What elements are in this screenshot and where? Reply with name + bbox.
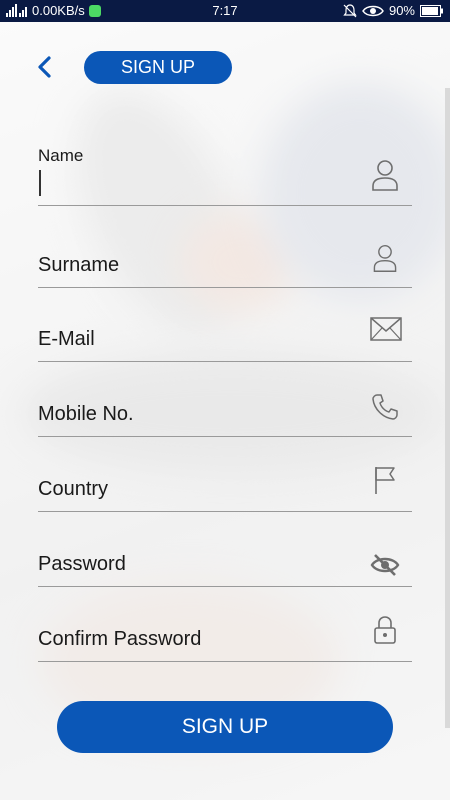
eye-slash-icon[interactable] (370, 550, 400, 580)
battery-percent: 90% (388, 3, 415, 18)
person-icon (373, 244, 397, 272)
password-label: Password (38, 553, 126, 575)
country-label: Country (38, 478, 109, 500)
phone-icon (372, 394, 398, 420)
page-title: SIGN UP (84, 51, 232, 84)
back-button[interactable] (30, 52, 60, 82)
confirm-password-label: Confirm Password (38, 628, 202, 650)
scrollbar[interactable] (445, 88, 450, 728)
surname-field[interactable]: Surname (38, 243, 412, 288)
surname-label: Surname (38, 254, 120, 276)
text-cursor (39, 170, 41, 196)
envelope-icon (370, 317, 402, 341)
chevron-left-icon (38, 56, 51, 78)
person-icon (372, 160, 398, 191)
name-label: Name (38, 146, 84, 165)
mobile-label: Mobile No. (38, 403, 134, 425)
sign-up-button[interactable]: SIGN UP (57, 701, 393, 753)
email-label: E-Mail (38, 328, 95, 350)
flag-icon (375, 467, 395, 494)
eye-icon (362, 5, 384, 16)
battery-icon (420, 4, 443, 17)
name-field[interactable]: Name (38, 140, 412, 206)
lock-icon (374, 616, 396, 644)
confirm-password-field[interactable]: Confirm Password (38, 616, 412, 662)
status-right: 90% (343, 3, 444, 18)
status-bar: 0.00KB/s 7:17 90% (0, 0, 450, 22)
mobile-field[interactable]: Mobile No. (38, 392, 412, 437)
password-field[interactable]: Password (38, 542, 412, 587)
bell-muted-icon (343, 3, 357, 17)
email-field[interactable]: E-Mail (38, 317, 412, 362)
country-field[interactable]: Country (38, 467, 412, 512)
